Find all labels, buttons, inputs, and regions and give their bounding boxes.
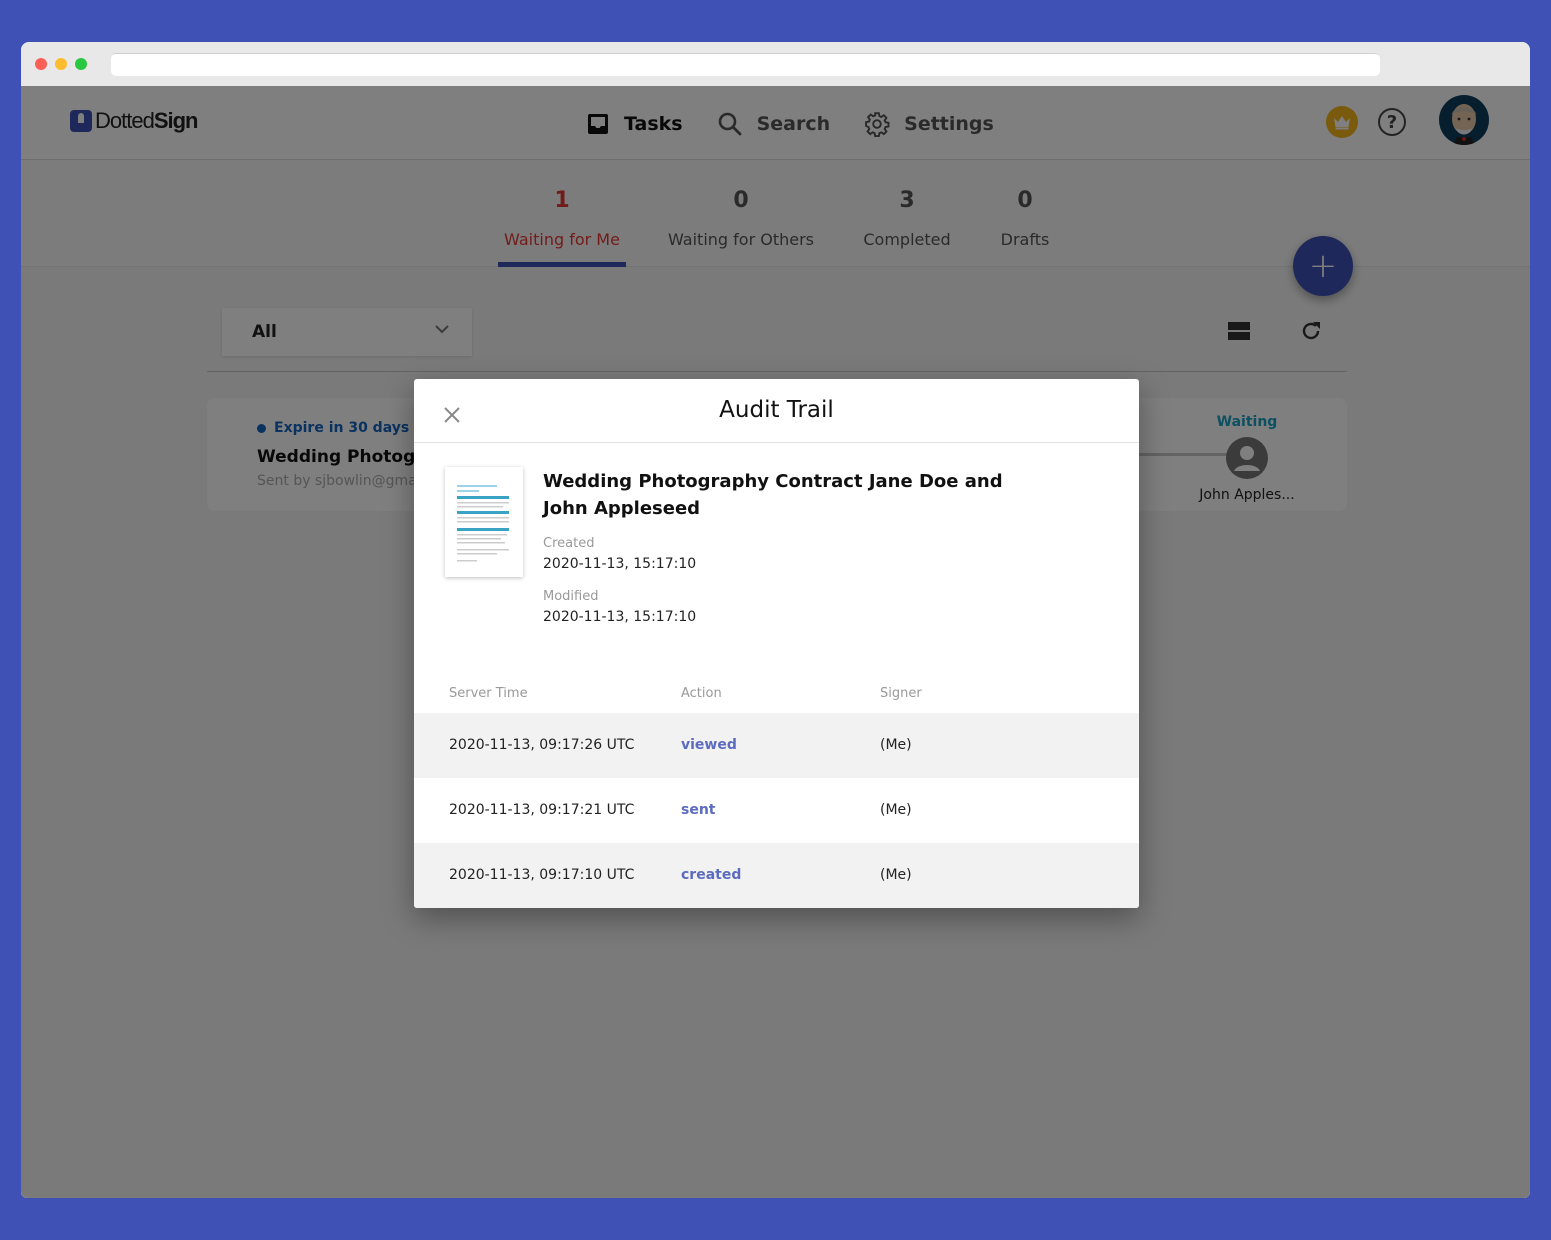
table-header: Server Time Action Signer: [414, 681, 1139, 713]
row-time: 2020-11-13, 09:17:21 UTC: [449, 802, 635, 818]
browser-chrome: [21, 42, 1530, 86]
maximize-window-button[interactable]: [75, 58, 87, 70]
document-thumbnail: [445, 467, 523, 577]
row-signer: (Me): [880, 867, 912, 883]
document-title: Wedding Photography Contract Jane Doe an…: [543, 471, 1003, 519]
created-value: 2020-11-13, 15:17:10: [543, 556, 697, 572]
table-row: 2020-11-13, 09:17:26 UTC viewed (Me): [414, 713, 1139, 778]
created-label: Created: [543, 536, 595, 551]
table-row: 2020-11-13, 09:17:21 UTC sent (Me): [414, 778, 1139, 843]
row-time: 2020-11-13, 09:17:10 UTC: [449, 867, 635, 883]
audit-table: Server Time Action Signer 2020-11-13, 09…: [414, 681, 1139, 908]
document-preview-icon: [457, 485, 509, 562]
row-action: created: [681, 867, 742, 883]
header-action: Action: [681, 686, 722, 701]
browser-window: DottedSign Tasks Search Settings: [21, 42, 1530, 1198]
table-row: 2020-11-13, 09:17:10 UTC created (Me): [414, 843, 1139, 908]
row-signer: (Me): [880, 802, 912, 818]
row-time: 2020-11-13, 09:17:26 UTC: [449, 737, 635, 753]
dialog-header: Audit Trail: [414, 379, 1139, 443]
close-window-button[interactable]: [35, 58, 47, 70]
row-action: viewed: [681, 737, 737, 753]
modified-value: 2020-11-13, 15:17:10: [543, 609, 697, 625]
row-action: sent: [681, 802, 716, 818]
dialog-title: Audit Trail: [719, 397, 834, 423]
app: DottedSign Tasks Search Settings: [21, 86, 1530, 1198]
minimize-window-button[interactable]: [55, 58, 67, 70]
header-signer: Signer: [880, 686, 922, 701]
address-bar[interactable]: [111, 53, 1380, 76]
modified-label: Modified: [543, 589, 599, 604]
header-server-time: Server Time: [449, 686, 528, 701]
audit-trail-dialog: Audit Trail Wedding Photography Contract…: [414, 379, 1139, 908]
row-signer: (Me): [880, 737, 912, 753]
